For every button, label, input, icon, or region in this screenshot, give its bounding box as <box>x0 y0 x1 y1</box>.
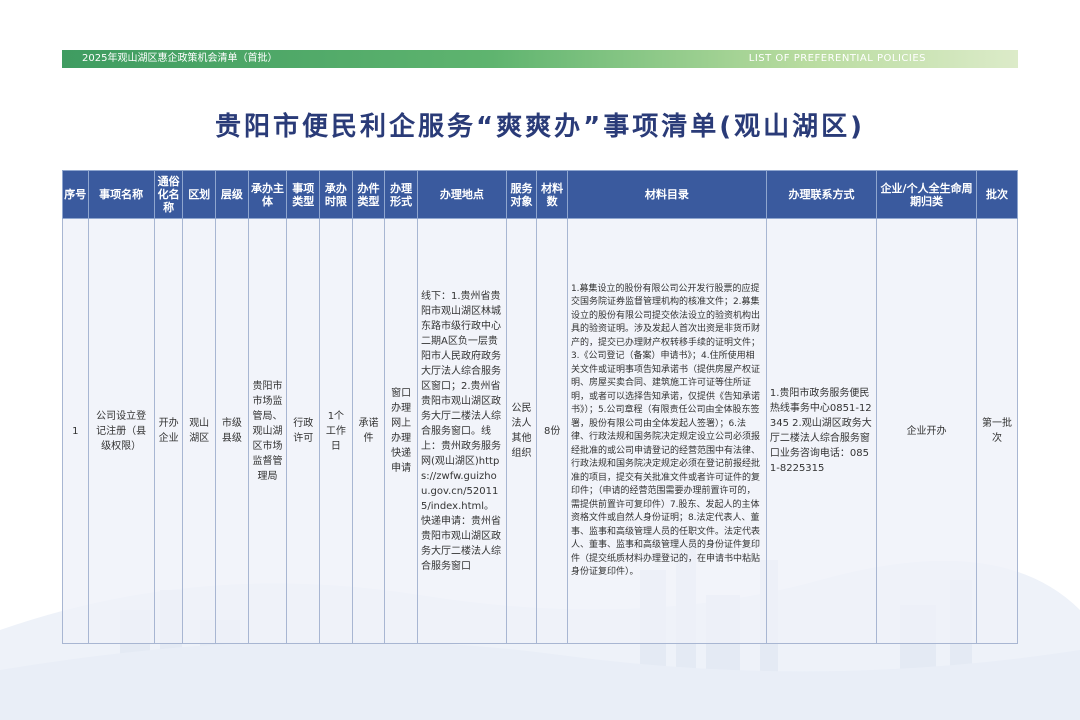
header-banner: 2025年观山湖区惠企政策机会清单（首批） LIST OF PREFERENTI… <box>62 50 1018 68</box>
header-cell: 企业/个人全生命周期归类 <box>876 170 978 219</box>
cell-target: 公民法人其他组织 <box>505 218 538 644</box>
header-cell: 批次 <box>976 170 1018 219</box>
cell-common-name: 开办企业 <box>153 218 184 644</box>
header-cell: 事项名称 <box>87 170 155 219</box>
header-cell: 办理形式 <box>384 170 418 219</box>
cell-material-count: 8份 <box>536 218 568 644</box>
banner-english-subtitle: LIST OF PREFERENTIAL POLICIES <box>748 53 926 64</box>
header-cell: 办理联系方式 <box>765 170 878 219</box>
service-list-table: 序号 事项名称 通俗化名称 区划 层级 承办主体 事项类型 承办时限 办件类型 … <box>62 170 1018 644</box>
header-cell: 通俗化名称 <box>153 170 184 219</box>
cell-form: 窗口办理网上办理快递申请 <box>384 218 418 644</box>
header-cell: 材料数 <box>536 170 568 219</box>
header-cell: 办理地点 <box>416 170 507 219</box>
header-cell: 承办时限 <box>319 170 353 219</box>
cell-lifecycle: 企业开办 <box>876 218 978 644</box>
cell-case-type: 承诺件 <box>351 218 386 644</box>
cell-contact: 1.贵阳市政务服务便民热线事务中心0851-12345 2.观山湖区政务大厅二楼… <box>765 218 878 644</box>
header-cell: 事项类型 <box>286 170 321 219</box>
header-cell: 层级 <box>215 170 249 219</box>
header-cell: 服务对象 <box>505 170 538 219</box>
page-title: 贵阳市便民利企服务“爽爽办”事项清单(观山湖区) <box>215 112 865 142</box>
cell-district: 观山湖区 <box>182 218 217 644</box>
table-row: 1 公司设立登记注册（县级权限） 开办企业 观山湖区 市级县级 贵阳市市场监管局… <box>62 218 1018 644</box>
cell-organizer: 贵阳市市场监管局、观山湖区市场监督管理局 <box>247 218 288 644</box>
cell-level: 市级县级 <box>215 218 249 644</box>
header-cell: 办件类型 <box>351 170 386 219</box>
cell-time-limit: 1个工作日 <box>319 218 353 644</box>
header-cell: 承办主体 <box>247 170 288 219</box>
table-header-row: 序号 事项名称 通俗化名称 区划 层级 承办主体 事项类型 承办时限 办件类型 … <box>62 170 1018 219</box>
cell-materials: 1.募集设立的股份有限公司公开发行股票的应提交国务院证券监督管理机构的核准文件；… <box>566 218 767 644</box>
cell-seq: 1 <box>62 218 89 644</box>
cell-item-type: 行政许可 <box>286 218 321 644</box>
header-cell: 序号 <box>62 170 89 219</box>
banner-title: 2025年观山湖区惠企政策机会清单（首批） <box>82 53 278 64</box>
cell-batch: 第一批次 <box>976 218 1018 644</box>
header-cell: 区划 <box>182 170 217 219</box>
cell-item-name: 公司设立登记注册（县级权限） <box>87 218 155 644</box>
cell-location: 线下：1.贵州省贵阳市观山湖区林城东路市级行政中心二期A区负一层贵阳市人民政府政… <box>416 218 507 644</box>
header-cell: 材料目录 <box>566 170 767 219</box>
